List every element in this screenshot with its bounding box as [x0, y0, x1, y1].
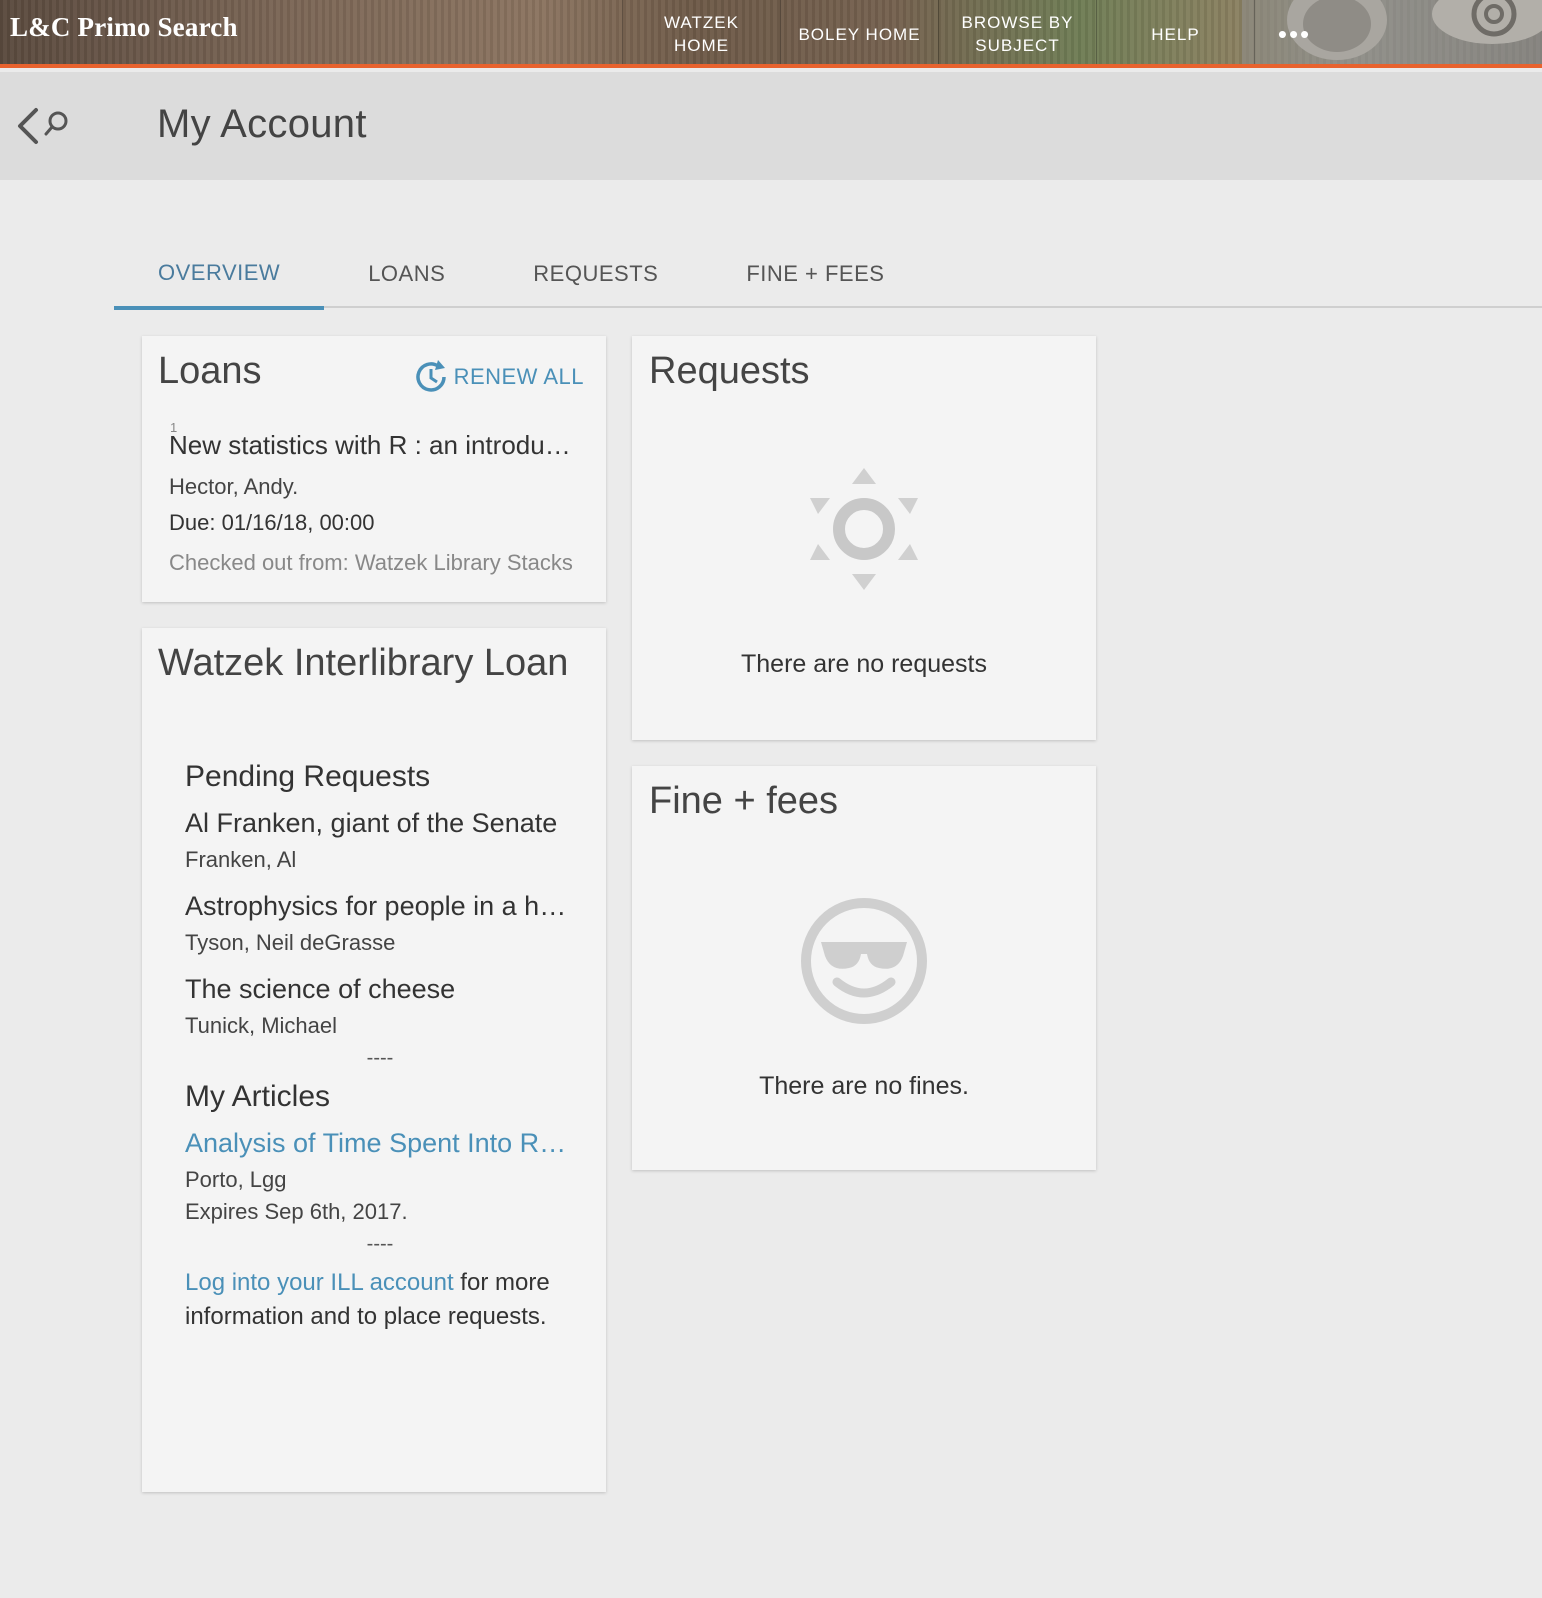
top-banner: L&C Primo Search WATZEK HOME BOLEY HOME B… — [0, 0, 1542, 68]
renew-all-button[interactable]: RENEW ALL — [412, 358, 584, 396]
loans-card: Loans RENEW ALL 1 New statistics with R … — [142, 336, 606, 602]
divider: ---- — [366, 1047, 394, 1069]
pending-request-title: Al Franken, giant of the Senate — [185, 808, 558, 838]
nav-browse-by-subject[interactable]: BROWSE BY SUBJECT — [938, 0, 1096, 64]
pending-request-author: Franken, Al — [185, 847, 297, 872]
more-menu-icon[interactable]: ••• — [1254, 0, 1334, 64]
requests-card-title[interactable]: Requests — [649, 350, 810, 393]
divider: ---- — [366, 1233, 394, 1255]
renew-clock-icon — [415, 360, 446, 392]
interlibrary-loan-card: Watzek Interlibrary Loan Pending Request… — [142, 628, 606, 1492]
list-item: The science of cheese Tunick, Michael — [185, 974, 575, 1039]
sun-icon — [810, 468, 918, 590]
fines-card-title[interactable]: Fine + fees — [649, 780, 838, 823]
article-expiry: Expires Sep 6th, 2017. — [185, 1199, 408, 1224]
list-item: Al Franken, giant of the Senate Franken,… — [185, 808, 575, 873]
loans-card-title[interactable]: Loans — [158, 350, 262, 393]
ill-card-title: Watzek Interlibrary Loan — [158, 642, 569, 684]
loan-title[interactable]: New statistics with R : an introduction … — [169, 430, 579, 461]
nav-watzek-home[interactable]: WATZEK HOME — [622, 0, 780, 64]
requests-card: Requests There are no requests — [632, 336, 1096, 740]
pending-request-author: Tunick, Michael — [185, 1013, 338, 1038]
ill-login-text: Log into your ILL account for more infor… — [185, 1269, 550, 1330]
fines-card: Fine + fees There are no fines. — [632, 766, 1096, 1170]
article-link[interactable]: Analysis of Time Spent Into Research — [185, 1128, 575, 1159]
ill-body: Pending Requests Al Franken, giant of th… — [185, 760, 575, 1334]
tab-loans[interactable]: LOANS — [324, 240, 489, 308]
nav-boley-home[interactable]: BOLEY HOME — [780, 0, 938, 64]
no-requests-message: There are no requests — [741, 650, 987, 678]
cool-face-icon — [801, 898, 927, 1024]
pending-requests-heading: Pending Requests — [185, 760, 431, 793]
tab-requests[interactable]: REQUESTS — [489, 240, 702, 308]
pending-request-author: Tyson, Neil deGrasse — [185, 930, 396, 955]
pending-request-title: Astrophysics for people in a hurry — [185, 891, 575, 921]
page-title: My Account — [157, 102, 367, 146]
page-header: My Account — [0, 72, 1542, 180]
pending-request-title: The science of cheese — [185, 974, 456, 1004]
tab-overview[interactable]: OVERVIEW — [114, 240, 325, 310]
article-author: Porto, Lgg — [185, 1167, 287, 1192]
loan-author: Hector, Andy. — [169, 474, 299, 499]
ill-login-link[interactable]: Log into your ILL account — [185, 1269, 454, 1296]
tab-fine-fees[interactable]: FINE + FEES — [702, 240, 928, 308]
site-logo[interactable]: L&C Primo Search — [10, 12, 238, 43]
list-item: Astrophysics for people in a hurry Tyson… — [185, 891, 575, 956]
main-nav: WATZEK HOME BOLEY HOME BROWSE BY SUBJECT H… — [622, 0, 1334, 64]
account-tabs: OVERVIEW LOANS REQUESTS FINE + FEES — [114, 240, 1542, 310]
my-articles-heading: My Articles — [185, 1080, 331, 1113]
back-to-search-icon[interactable] — [14, 106, 74, 146]
loan-location: Checked out from: Watzek Library Stacks — [169, 550, 573, 575]
no-fines-message: There are no fines. — [759, 1072, 969, 1100]
nav-help[interactable]: HELP — [1096, 0, 1254, 64]
loan-due-date: Due: 01/16/18, 00:00 — [169, 510, 375, 535]
